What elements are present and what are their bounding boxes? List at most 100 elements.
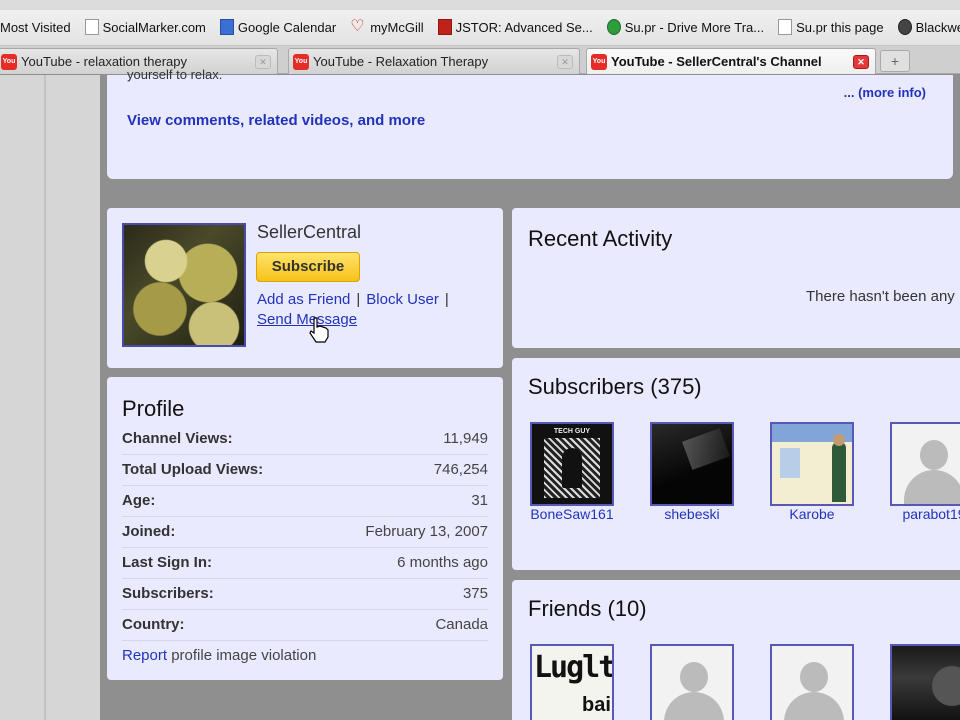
- profile-value: 375: [462, 585, 488, 602]
- default-avatar-icon: [800, 662, 828, 692]
- thumb-art: [682, 428, 730, 470]
- thumb-caption: Luglt: [534, 650, 614, 685]
- new-tab-button[interactable]: +: [880, 50, 910, 72]
- page-icon: [84, 19, 99, 35]
- tab-sellercentral-channel[interactable]: You YouTube - SellerCentral's Channel ✕: [586, 48, 876, 74]
- tab-label: YouTube - Relaxation Therapy: [313, 54, 489, 69]
- friend-thumb-3[interactable]: [770, 644, 854, 720]
- subscriber-thumb-karobe[interactable]: [770, 422, 854, 506]
- profile-key: Channel Views:: [122, 430, 233, 447]
- tab-relaxation-therapy-2[interactable]: You YouTube - Relaxation Therapy ✕: [288, 48, 580, 74]
- bookmark-list: Most Visited SocialMarker.com Google Cal…: [0, 14, 960, 40]
- jstor-icon: [437, 19, 452, 35]
- calendar-icon: [219, 19, 234, 35]
- page-icon: [778, 19, 793, 35]
- globe-icon: [897, 19, 912, 35]
- profile-value: Canada: [435, 616, 488, 633]
- friends-title: Friends (10): [528, 596, 647, 621]
- report-link[interactable]: Report: [122, 647, 167, 664]
- bookmark-supr-this-page[interactable]: Su.pr this page: [778, 19, 884, 35]
- profile-row-joined: Joined: February 13, 2007: [122, 517, 488, 548]
- bookmark-label: Most Visited: [0, 19, 71, 35]
- tab-close-icon[interactable]: ✕: [853, 55, 869, 69]
- profile-value: February 13, 2007: [365, 523, 488, 540]
- subscribers-title: Subscribers (375): [528, 374, 702, 399]
- separator: |: [444, 291, 449, 308]
- user-box: SellerCentral Subscribe Add as Friend | Bl…: [107, 208, 503, 368]
- default-avatar-icon: [920, 440, 948, 470]
- subscriber-thumb-bonesaw161[interactable]: TECH GUY: [530, 422, 614, 506]
- channel-username: SellerCentral: [257, 222, 362, 242]
- separator: |: [356, 291, 361, 308]
- default-avatar-body: [904, 470, 960, 504]
- profile-key: Age:: [122, 492, 156, 509]
- subscriber-name-link[interactable]: Karobe: [762, 506, 862, 522]
- description-panel: yourself to relax. ... (more info) View …: [107, 67, 953, 179]
- bookmark-blackwell[interactable]: Blackwe: [897, 19, 960, 35]
- default-avatar-body: [664, 692, 724, 720]
- view-comments-link[interactable]: View comments, related videos, and more: [127, 112, 425, 129]
- subscriber-thumb-parabot19[interactable]: [890, 422, 960, 506]
- profile-value: 11,949: [443, 430, 488, 447]
- subscriber-name-link[interactable]: parabot19: [884, 506, 960, 522]
- profile-row-last-sign-in: Last Sign In: 6 months ago: [122, 548, 488, 579]
- subscriber-name-link[interactable]: BoneSaw161: [522, 506, 622, 522]
- description-text: yourself to relax.: [127, 67, 223, 82]
- bookmark-label: Su.pr this page: [796, 19, 884, 35]
- profile-value: 6 months ago: [397, 554, 488, 571]
- friend-thumb-1[interactable]: Luglt bai: [530, 644, 614, 720]
- bookmark-supr[interactable]: Su.pr - Drive More Tra...: [606, 19, 765, 35]
- report-text: profile image violation: [171, 647, 317, 664]
- bookmark-google-calendar[interactable]: Google Calendar: [219, 19, 336, 35]
- menu-strip: [0, 0, 960, 10]
- profile-box: Profile Channel Views: 11,949 Total Uploa…: [107, 377, 503, 680]
- more-info-link[interactable]: ... (more info): [844, 85, 926, 100]
- report-line: Report profile image violation: [122, 647, 316, 664]
- youtube-favicon-icon: You: [1, 53, 17, 70]
- thumb-art: [932, 666, 960, 706]
- subscribe-button[interactable]: Subscribe: [256, 252, 360, 282]
- thumb-art: [780, 448, 800, 478]
- friend-thumb-2[interactable]: [650, 644, 734, 720]
- tab-close-icon[interactable]: ✕: [255, 55, 271, 69]
- thumb-figure: [562, 448, 582, 488]
- recent-activity-empty-text: There hasn't been any: [806, 288, 955, 305]
- youtube-favicon-icon: You: [591, 53, 607, 70]
- profile-key: Joined:: [122, 523, 176, 540]
- friend-thumb-4[interactable]: [890, 644, 960, 720]
- profile-key: Country:: [122, 616, 185, 633]
- heart-icon: ♡: [350, 18, 365, 35]
- bookmark-most-visited[interactable]: Most Visited: [0, 20, 71, 35]
- profile-title: Profile: [122, 396, 185, 421]
- recent-activity-box: Recent Activity There hasn't been any: [512, 208, 960, 348]
- bookmark-label: Su.pr - Drive More Tra...: [624, 19, 765, 35]
- add-friend-link[interactable]: Add as Friend: [257, 291, 350, 308]
- thumb-caption: TECH GUY: [553, 428, 591, 435]
- gutter-edge: [44, 75, 46, 720]
- subscriber-name-link[interactable]: shebeski: [642, 506, 742, 522]
- friends-box: Friends (10) Luglt bai: [512, 580, 960, 720]
- profile-row-channel-views: Channel Views: 11,949: [122, 424, 488, 455]
- thumb-figure: [833, 434, 845, 446]
- profile-value: 746,254: [433, 461, 488, 478]
- bookmark-label: SocialMarker.com: [102, 19, 206, 35]
- channel-avatar[interactable]: [122, 223, 246, 347]
- profile-key: Subscribers:: [122, 585, 214, 602]
- tab-close-icon[interactable]: ✕: [557, 55, 573, 69]
- profile-row-age: Age: 31: [122, 486, 488, 517]
- profile-value: 31: [471, 492, 488, 509]
- user-actions: Add as Friend | Block User | Send Message: [257, 290, 497, 330]
- bookmark-label: myMcGill: [370, 19, 424, 35]
- bookmark-label: Blackwe: [915, 19, 960, 35]
- bookmark-label: JSTOR: Advanced Se...: [455, 19, 593, 35]
- bookmark-jstor[interactable]: JSTOR: Advanced Se...: [437, 19, 593, 35]
- block-user-link[interactable]: Block User: [366, 291, 439, 308]
- profile-row-subscribers: Subscribers: 375: [122, 579, 488, 610]
- page-left-gutter: [0, 75, 100, 720]
- hand-cursor-icon: [309, 317, 329, 343]
- subscribers-box: Subscribers (375) TECH GUY BoneSaw161 sh…: [512, 358, 960, 570]
- bookmark-mymcgill[interactable]: ♡ myMcGill: [350, 19, 423, 35]
- subscriber-thumb-shebeski[interactable]: [650, 422, 734, 506]
- default-avatar-icon: [680, 662, 708, 692]
- bookmark-socialmarker[interactable]: SocialMarker.com: [84, 19, 206, 35]
